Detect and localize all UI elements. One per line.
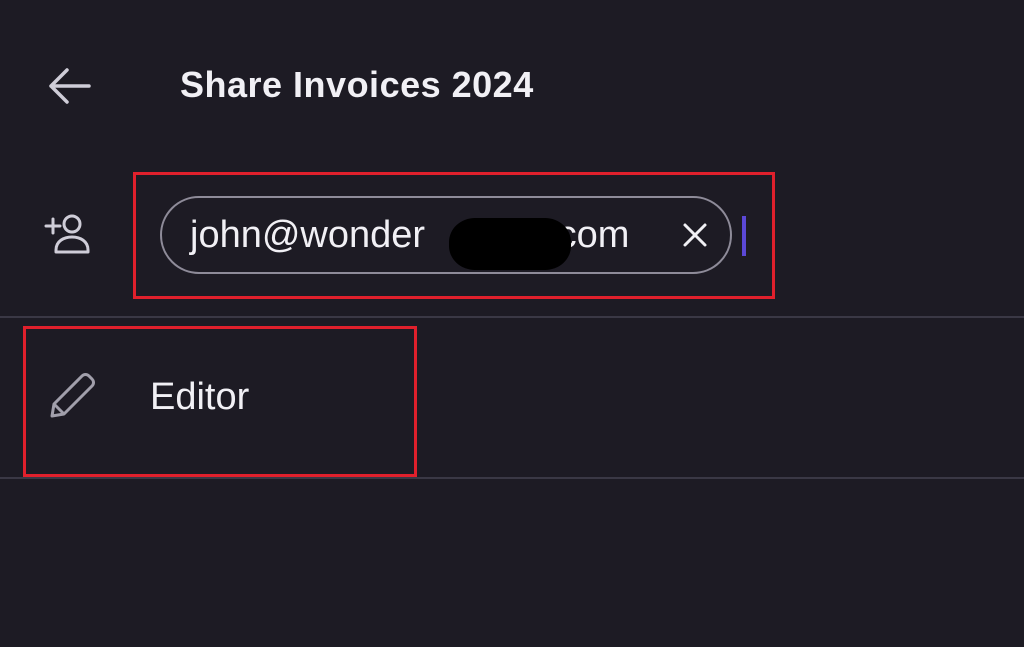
add-person-icon [44, 214, 90, 254]
permission-highlight [23, 326, 417, 477]
page-title: Share Invoices 2024 [180, 64, 534, 105]
email-input-highlight [133, 172, 775, 299]
divider [0, 477, 1024, 479]
arrow-left-icon [49, 68, 91, 104]
back-button[interactable] [38, 58, 100, 114]
